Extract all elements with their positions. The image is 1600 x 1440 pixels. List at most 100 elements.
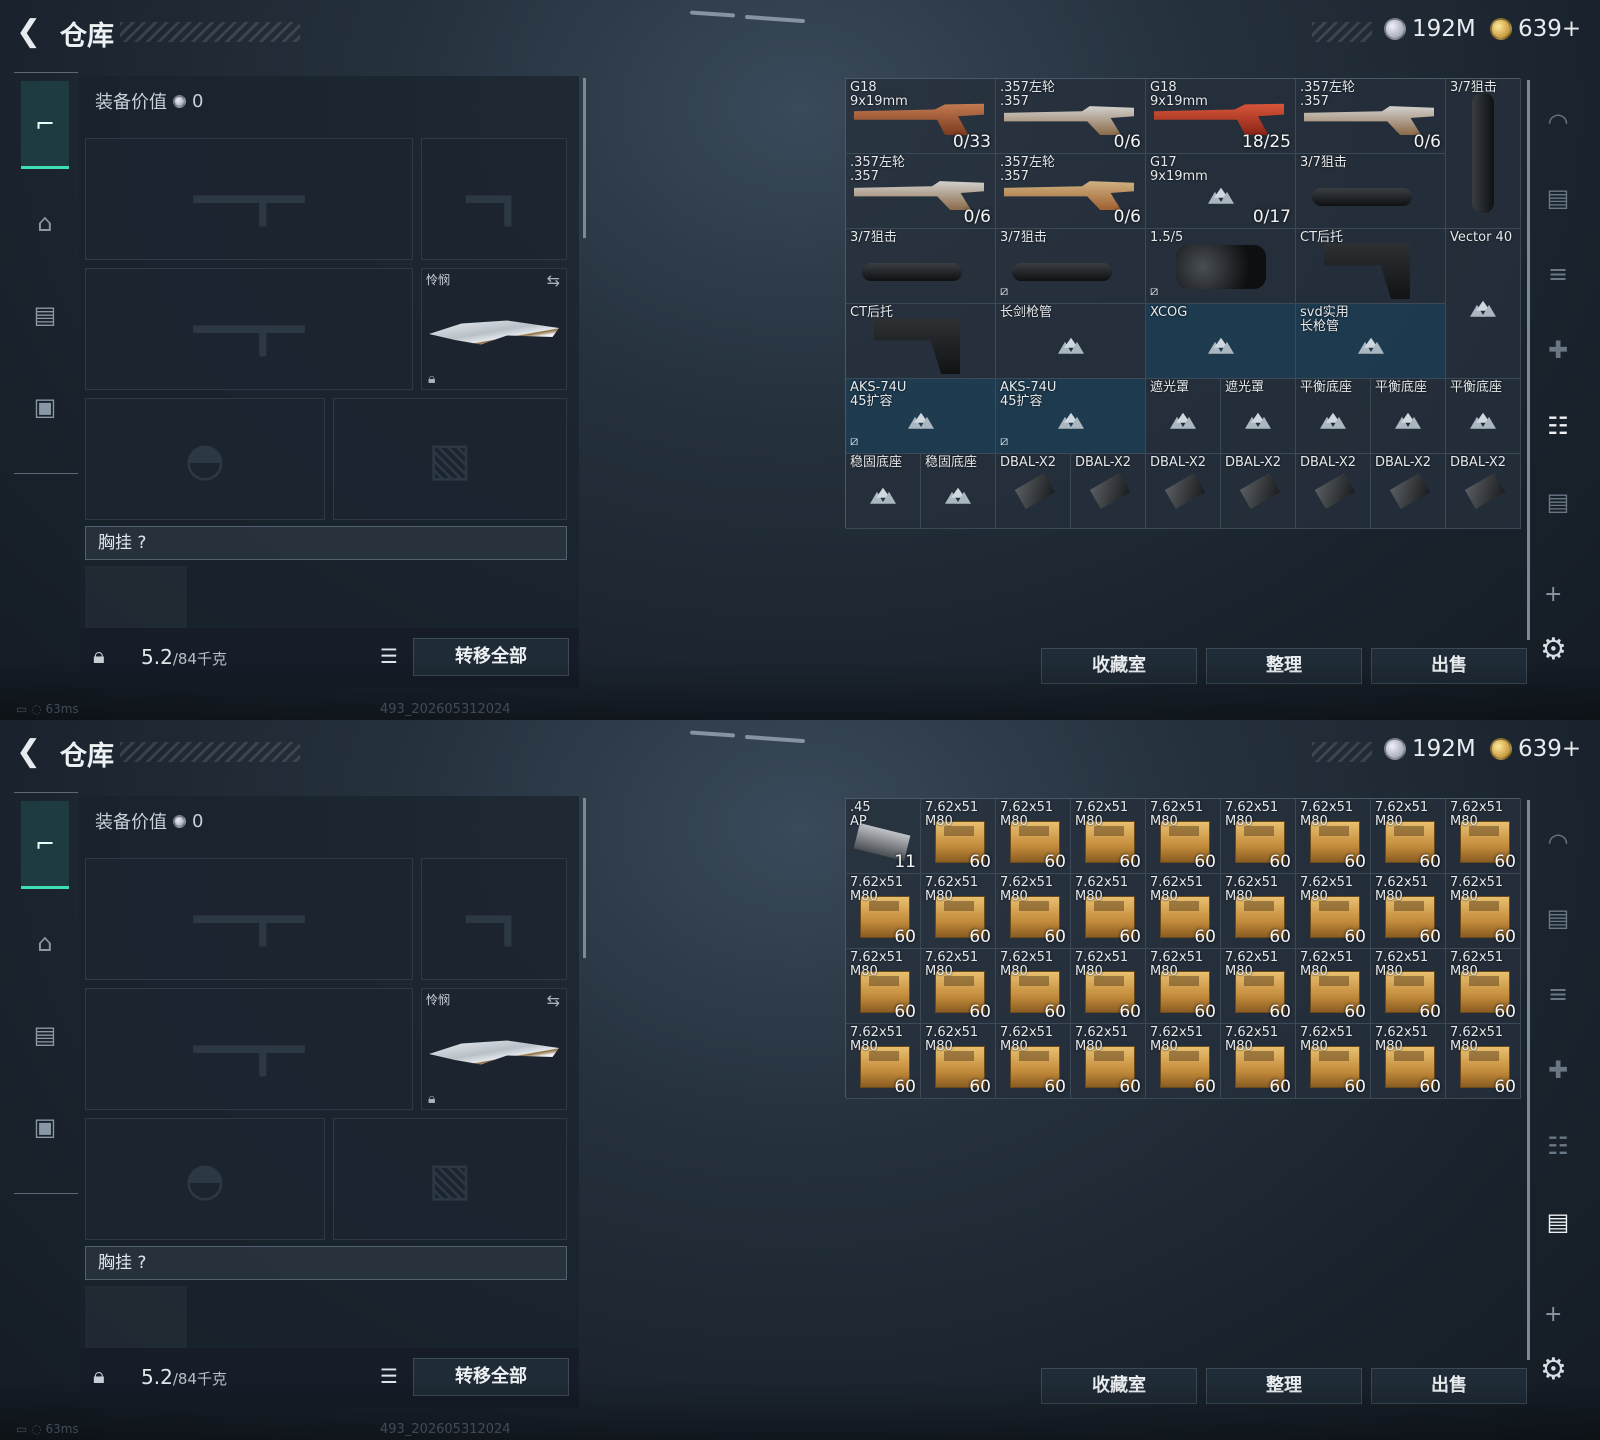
- medical-tab-icon[interactable]: ✚: [1538, 330, 1578, 370]
- stash-item[interactable]: 7.62x51 M80 60: [1221, 874, 1296, 949]
- secondary-weapon-slot[interactable]: ━━┳━: [85, 268, 413, 390]
- stash-tab-icon[interactable]: ▤: [1538, 898, 1578, 938]
- stash-item[interactable]: 7.62x51 M80 60: [1221, 799, 1296, 874]
- attachments-tab-icon[interactable]: ☷: [1538, 1126, 1578, 1166]
- stash-item[interactable]: 7.62x51 M80 60: [996, 799, 1071, 874]
- equipment-scrollbar[interactable]: [583, 798, 586, 958]
- help-icon[interactable]: ?: [137, 1253, 146, 1273]
- stash-item[interactable]: 7.62x51 M80 60: [1221, 949, 1296, 1024]
- armor-slot[interactable]: ▧: [333, 398, 567, 520]
- stash-item[interactable]: 7.62x51 M80 60: [1071, 949, 1146, 1024]
- stash-item[interactable]: Vector 40: [1446, 229, 1521, 379]
- stash-item[interactable]: G18 9x19mm 0/33: [846, 79, 996, 154]
- stash-item[interactable]: CT后托: [846, 304, 996, 379]
- stash-item[interactable]: 7.62x51 M80 60: [1221, 1024, 1296, 1099]
- stash-item[interactable]: 7.62x51 M80 60: [1071, 874, 1146, 949]
- stash-item[interactable]: 平衡底座: [1371, 379, 1446, 454]
- lock-icon[interactable]: 🔒︎: [93, 1364, 105, 1389]
- swap-icon[interactable]: ⇆: [547, 991, 560, 1010]
- stash-item[interactable]: DBAL-X2: [1221, 454, 1296, 529]
- stash-item[interactable]: G18 9x19mm 18/25: [1146, 79, 1296, 154]
- stash-item[interactable]: 7.62x51 M80 60: [921, 799, 996, 874]
- move-all-button[interactable]: 转移全部: [413, 1358, 569, 1396]
- stash-item[interactable]: 7.62x51 M80 60: [1446, 1024, 1521, 1099]
- stash-item[interactable]: XCOG: [1146, 304, 1296, 379]
- stash-item[interactable]: 遮光罩: [1146, 379, 1221, 454]
- list-icon[interactable]: ☰: [375, 1362, 403, 1390]
- stash-item[interactable]: 7.62x51 M80 60: [1296, 799, 1371, 874]
- stash-item[interactable]: G17 9x19mm 0/17: [1146, 154, 1296, 229]
- toolbox-icon[interactable]: ▣: [21, 363, 69, 451]
- stash-item[interactable]: 7.62x51 M80 60: [996, 1024, 1071, 1099]
- stash-item[interactable]: DBAL-X2: [1371, 454, 1446, 529]
- stash-item[interactable]: 遮光罩: [1221, 379, 1296, 454]
- gear-icon[interactable]: ⚙: [1540, 632, 1567, 667]
- stash-item[interactable]: DBAL-X2: [1071, 454, 1146, 529]
- gold-currency[interactable]: 639+: [1490, 16, 1581, 42]
- stash-tab-icon[interactable]: ▤: [1538, 178, 1578, 218]
- swap-icon[interactable]: ⇆: [547, 271, 560, 290]
- stash-item[interactable]: .357左轮 .357 0/6: [1296, 79, 1446, 154]
- stash-item[interactable]: DBAL-X2: [996, 454, 1071, 529]
- stash-item[interactable]: 长剑枪管: [996, 304, 1146, 379]
- stash-item[interactable]: 7.62x51 M80 60: [921, 949, 996, 1024]
- sell-button[interactable]: 出售: [1371, 1368, 1527, 1404]
- helmet-tab-icon[interactable]: ◠: [1538, 102, 1578, 142]
- pistol-icon[interactable]: ⌐: [21, 81, 69, 169]
- gear-icon[interactable]: ⚙: [1540, 1352, 1567, 1387]
- stash-item[interactable]: 平衡底座: [1296, 379, 1371, 454]
- back-arrow-icon[interactable]: ❮: [16, 737, 46, 767]
- backpack-icon[interactable]: ⌂: [21, 179, 69, 267]
- stash-item[interactable]: 7.62x51 M80 60: [996, 949, 1071, 1024]
- medical-tab-icon[interactable]: ✚: [1538, 1050, 1578, 1090]
- toolbox-icon[interactable]: ▣: [21, 1083, 69, 1171]
- stash-item[interactable]: 7.62x51 M80 60: [846, 1024, 921, 1099]
- helmet-tab-icon[interactable]: ◠: [1538, 822, 1578, 862]
- stash-item[interactable]: 7.62x51 M80 60: [1146, 949, 1221, 1024]
- melee-slot[interactable]: 怜悯 ⇆ 🔒︎: [421, 988, 567, 1110]
- organize-button[interactable]: 整理: [1206, 648, 1362, 684]
- stash-item[interactable]: AKS-74U 45扩容 ⧄: [996, 379, 1146, 454]
- stash-item[interactable]: CT后托: [1296, 229, 1446, 304]
- attachments-tab-icon[interactable]: ☷: [1538, 406, 1578, 446]
- stash-item[interactable]: 7.62x51 M80 60: [1446, 874, 1521, 949]
- stash-item[interactable]: DBAL-X2: [1446, 454, 1521, 529]
- chest-rig-header[interactable]: 胸挂 ?: [85, 526, 567, 560]
- stash-item[interactable]: AKS-74U 45扩容 ⧄: [846, 379, 996, 454]
- move-all-button[interactable]: 转移全部: [413, 638, 569, 676]
- collection-button[interactable]: 收藏室: [1041, 648, 1197, 684]
- pistol-icon[interactable]: ⌐: [21, 801, 69, 889]
- stash-item[interactable]: DBAL-X2: [1146, 454, 1221, 529]
- stash-item[interactable]: 3/7狙击: [846, 229, 996, 304]
- stash-item[interactable]: 7.62x51 M80 60: [1446, 799, 1521, 874]
- stash-item[interactable]: .357左轮 .357 0/6: [996, 79, 1146, 154]
- secondary-weapon-slot[interactable]: ━━┳━: [85, 988, 413, 1110]
- stash-item[interactable]: 平衡底座: [1446, 379, 1521, 454]
- weapon-tab-icon[interactable]: ≡: [1538, 254, 1578, 294]
- lock-icon[interactable]: 🔒︎: [93, 644, 105, 669]
- stash-item[interactable]: 7.62x51 M80 60: [1146, 1024, 1221, 1099]
- stash-item[interactable]: 稳固底座: [921, 454, 996, 529]
- stash-item[interactable]: 7.62x51 M80 60: [1071, 799, 1146, 874]
- stash-item[interactable]: 7.62x51 M80 60: [1371, 949, 1446, 1024]
- weapon-tab-icon[interactable]: ≡: [1538, 974, 1578, 1014]
- list-icon[interactable]: ☰: [375, 642, 403, 670]
- stash-item[interactable]: 7.62x51 M80 60: [1371, 1024, 1446, 1099]
- stash-item[interactable]: .357左轮 .357 0/6: [996, 154, 1146, 229]
- stash-item[interactable]: 3/7狙击: [1446, 79, 1521, 229]
- storage-tab-icon[interactable]: ▤: [1538, 1202, 1578, 1242]
- stash-item[interactable]: 7.62x51 M80 60: [1446, 949, 1521, 1024]
- helmet-slot[interactable]: ◓: [85, 1118, 325, 1240]
- add-tab-icon[interactable]: +: [1544, 582, 1562, 607]
- gold-currency[interactable]: 639+: [1490, 736, 1581, 762]
- stash-item[interactable]: 7.62x51 M80 60: [1146, 799, 1221, 874]
- chest-rig-slot[interactable]: [85, 566, 187, 628]
- stash-item[interactable]: 7.62x51 M80 60: [1296, 1024, 1371, 1099]
- equipment-scrollbar[interactable]: [583, 78, 586, 238]
- storage-tab-icon[interactable]: ▤: [1538, 482, 1578, 522]
- back-arrow-icon[interactable]: ❮: [16, 17, 46, 47]
- primary-weapon-slot[interactable]: ━━┳━: [85, 858, 413, 980]
- chest-rig-slot[interactable]: [85, 1286, 187, 1348]
- melee-slot[interactable]: 怜悯 ⇆ 🔒︎: [421, 268, 567, 390]
- backpack-icon[interactable]: ⌂: [21, 899, 69, 987]
